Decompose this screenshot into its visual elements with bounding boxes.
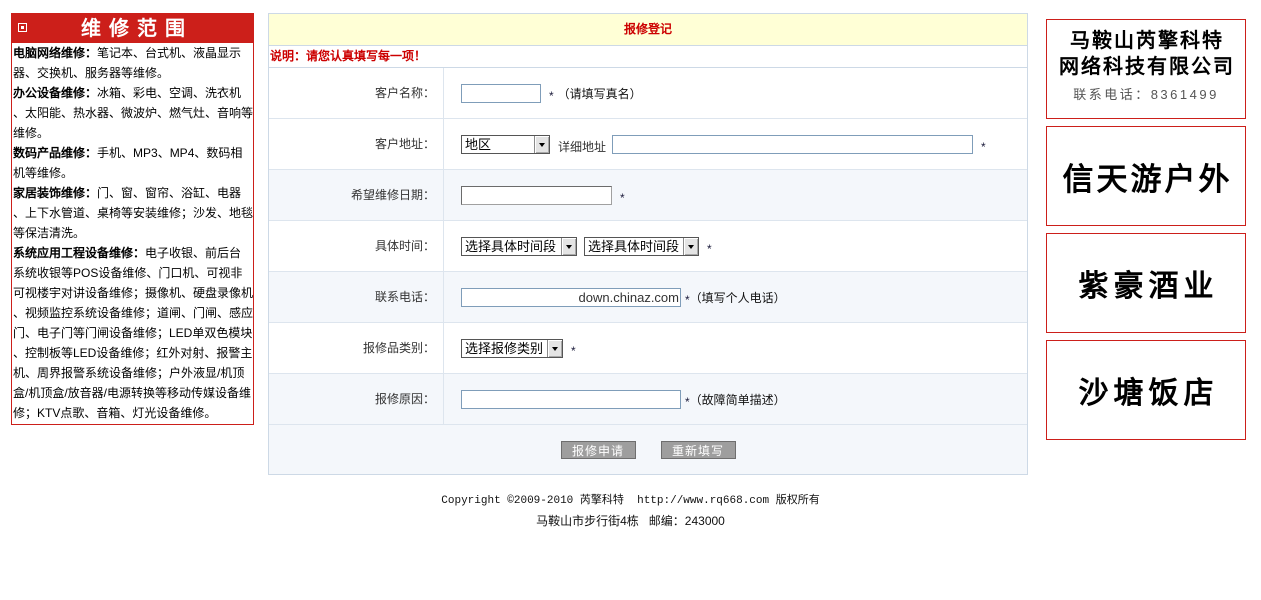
ad-company-name: 马鞍山芮擎科特	[1070, 28, 1224, 52]
form-title: 报修登记	[269, 14, 1027, 46]
required-mark: *	[685, 293, 690, 307]
form-notice: 说明：请您认真填写每一项！	[269, 46, 1027, 68]
repair-date-label: 希望维修日期：	[269, 170, 444, 220]
phone-cell: down.chinaz.com * （填写个人电话）	[444, 272, 1027, 322]
service-scope-title: 维修范围	[81, 16, 193, 40]
customer-name-hint: （请填写真名）	[557, 86, 642, 101]
repair-date-input[interactable]	[461, 185, 612, 205]
service-category-heading: 数码产品维修：	[13, 146, 98, 160]
customer-name-cell: * （请填写真名）	[444, 68, 1027, 118]
form-row-repair-time: 具体时间： 选择具体时间段 选择具体时间段 *	[269, 221, 1027, 272]
category-label: 报修品类别：	[269, 323, 444, 373]
ad-brand-name: 信天游户外	[1062, 161, 1233, 198]
required-mark: *	[571, 344, 576, 358]
customer-name-label: 客户名称：	[269, 68, 444, 118]
form-actions: 报修申请 重新填写	[269, 425, 1027, 474]
required-mark: *	[707, 242, 712, 256]
ad-brand-name: 紫豪酒业	[1078, 269, 1219, 304]
service-category-office: 办公设备维修：冰箱、彩电、空调、洗衣机、太阳能、热水器、微波炉、燃气灶、音响等维…	[13, 83, 253, 143]
region-select[interactable]: 地区	[461, 134, 550, 154]
form-row-customer-name: 客户名称： * （请填写真名）	[269, 68, 1027, 119]
ad-company-phone: 联系电话：8361499	[1073, 87, 1219, 102]
square-bullet-icon	[18, 23, 27, 32]
form-row-actions: 报修申请 重新填写	[269, 425, 1027, 474]
required-mark: *	[549, 89, 554, 103]
customer-address-label: 客户地址：	[269, 119, 444, 169]
reset-form-button[interactable]: 重新填写	[660, 440, 736, 459]
service-scope-panel: 维修范围 电脑网络维修：笔记本、台式机、液晶显示器、交换机、服务器等维修。 办公…	[11, 13, 254, 425]
ad-shatang-restaurant[interactable]: 沙塘饭店	[1046, 340, 1246, 440]
service-category-computer: 电脑网络维修：笔记本、台式机、液晶显示器、交换机、服务器等维修。	[13, 43, 253, 83]
category-select-value: 选择报修类别	[465, 340, 544, 356]
ad-xintianyou-outdoor[interactable]: 信天游户外	[1046, 126, 1246, 226]
customer-address-cell: 地区 详细地址 *	[444, 119, 1027, 169]
reason-hint: （故障简单描述）	[689, 392, 786, 407]
category-select[interactable]: 选择报修类别	[461, 338, 563, 358]
detail-address-label: 详细地址	[558, 139, 607, 154]
service-scope-header: 维修范围	[12, 14, 253, 43]
chevron-down-icon[interactable]	[683, 237, 698, 255]
ad-brand-name: 沙塘饭店	[1078, 376, 1219, 411]
form-row-reason: 报修原因： * （故障简单描述）	[269, 374, 1027, 425]
detail-address-input[interactable]	[612, 134, 974, 154]
phone-input[interactable]	[461, 287, 681, 307]
chevron-down-icon[interactable]	[547, 339, 562, 357]
form-row-customer-address: 客户地址： 地区 详细地址 *	[269, 119, 1027, 170]
service-category-heading: 系统应用工程设备维修：	[13, 246, 146, 260]
footer-copyright: Copyright ©2009-2010 芮擎科特 http://www.rq6…	[441, 495, 820, 507]
chevron-down-icon[interactable]	[534, 135, 549, 153]
ad-zihao-wine[interactable]: 紫豪酒业	[1046, 233, 1246, 333]
service-category-heading: 办公设备维修：	[13, 86, 98, 100]
reason-input[interactable]	[461, 389, 681, 409]
time-start-select[interactable]: 选择具体时间段	[461, 236, 577, 256]
region-select-value: 地区	[465, 136, 492, 152]
time-end-value: 选择具体时间段	[588, 238, 680, 254]
required-mark: *	[981, 140, 986, 154]
service-category-home: 家居装饰维修：门、窗、窗帘、浴缸、电器、上下水管道、桌椅等安装维修；沙发、地毯等…	[13, 183, 253, 243]
page-footer: Copyright ©2009-2010 芮擎科特 http://www.rq6…	[0, 491, 1261, 531]
repair-time-label: 具体时间：	[269, 221, 444, 271]
reason-cell: * （故障简单描述）	[444, 374, 1027, 424]
required-mark: *	[620, 191, 625, 205]
reason-label: 报修原因：	[269, 374, 444, 424]
repair-time-cell: 选择具体时间段 选择具体时间段 *	[444, 221, 1027, 271]
phone-label: 联系电话：	[269, 272, 444, 322]
chevron-down-icon[interactable]	[561, 237, 576, 255]
footer-address: 马鞍山市步行街4栋 邮编：243000	[536, 514, 725, 528]
service-category-heading: 电脑网络维修：	[13, 46, 98, 60]
form-row-category: 报修品类别： 选择报修类别 *	[269, 323, 1027, 374]
service-category-digital: 数码产品维修：手机、MP3、MP4、数码相机等维修。	[13, 143, 253, 183]
customer-name-input[interactable]	[461, 83, 541, 103]
service-category-heading: 家居装饰维修：	[13, 186, 98, 200]
form-row-phone: 联系电话： down.chinaz.com * （填写个人电话）	[269, 272, 1027, 323]
category-cell: 选择报修类别 *	[444, 323, 1027, 373]
service-category-systems: 系统应用工程设备维修：电子收银、前后台系统收银等POS设备维修、门口机、可视非可…	[13, 243, 253, 423]
time-end-select[interactable]: 选择具体时间段	[584, 236, 699, 256]
ad-ruiqing-tech[interactable]: 马鞍山芮擎科特 网络科技有限公司 联系电话：8361499	[1046, 19, 1246, 119]
phone-hint: （填写个人电话）	[689, 290, 786, 305]
service-scope-list: 电脑网络维修：笔记本、台式机、液晶显示器、交换机、服务器等维修。 办公设备维修：…	[12, 43, 253, 424]
time-start-value: 选择具体时间段	[465, 238, 557, 254]
form-row-repair-date: 希望维修日期： *	[269, 170, 1027, 221]
repair-date-cell: *	[444, 170, 1027, 220]
phone-input-wrap: down.chinaz.com	[461, 287, 681, 307]
required-mark: *	[685, 395, 690, 409]
ad-company-name-line2: 网络科技有限公司	[1059, 54, 1235, 78]
service-category-text: 电子收银、前后台系统收银等POS设备维修、门口机、可视非可视楼宇对讲设备维修；摄…	[13, 246, 254, 420]
submit-repair-button[interactable]: 报修申请	[560, 440, 636, 459]
repair-registration-form: 报修登记 说明：请您认真填写每一项！ 客户名称： * （请填写真名） 客户地址：…	[268, 13, 1028, 475]
